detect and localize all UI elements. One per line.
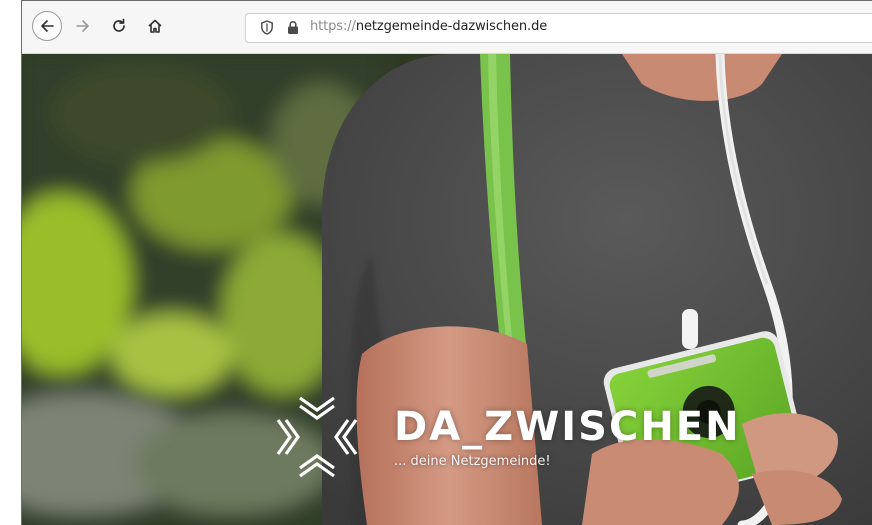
url-host: netzgemeinde-dazwischen.de <box>355 19 548 34</box>
url-protocol: https:// <box>310 19 356 34</box>
brand-title: DA_ZWISCHEN <box>394 404 741 450</box>
reload-icon <box>113 18 125 32</box>
home-icon <box>148 19 162 33</box>
back-button[interactable] <box>32 11 62 41</box>
address-bar[interactable]: https://netzgemeinde-dazwischen.de <box>245 13 872 43</box>
forward-arrow-icon <box>76 20 89 32</box>
brand-subtitle: ... deine Netzgemeinde! <box>394 454 551 469</box>
url-text[interactable]: https://netzgemeinde-dazwischen.de <box>310 19 547 34</box>
chevron-cross-logo-icon <box>276 396 358 478</box>
browser-window: https://netzgemeinde-dazwischen.de DA_ZW… <box>21 0 872 525</box>
back-arrow-icon <box>41 20 54 32</box>
reload-button[interactable] <box>104 11 134 41</box>
home-button[interactable] <box>140 11 170 41</box>
browser-toolbar: https://netzgemeinde-dazwischen.de <box>22 1 872 54</box>
page-content: DA_ZWISCHEN ... deine Netzgemeinde! <box>22 54 872 525</box>
shield-icon[interactable] <box>260 20 274 35</box>
lock-icon[interactable] <box>287 20 299 35</box>
forward-button[interactable] <box>68 11 98 41</box>
hero-brand[interactable]: DA_ZWISCHEN ... deine Netzgemeinde! <box>272 392 742 502</box>
